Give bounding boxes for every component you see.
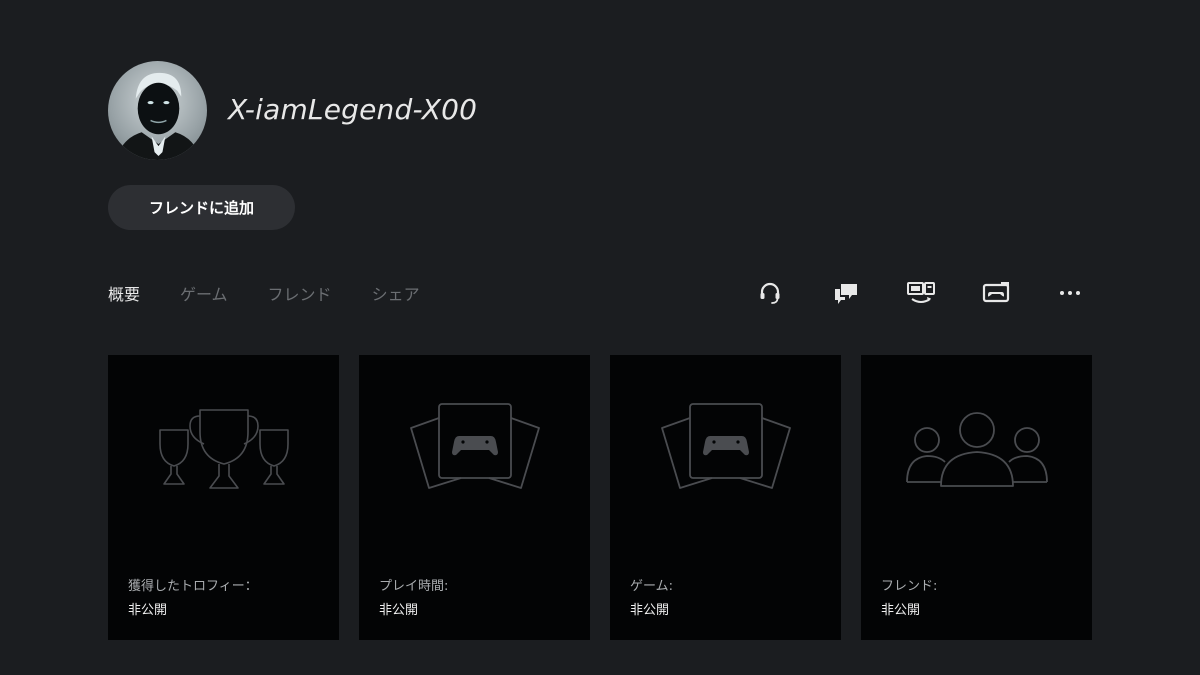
profile-page: X-iamLegend-X00 フレンドに追加 概要 ゲーム フレンド シェア [0,0,1200,675]
friends-icon [905,412,1048,487]
card-label: フレンド: [881,579,938,594]
headset-icon [760,282,780,304]
trophies-icon [158,409,289,489]
card-value: 非公開 [379,603,419,618]
card-label: ゲーム: [630,579,673,594]
tab-share[interactable]: シェア [372,281,420,305]
avatar-image [115,72,202,160]
tab-games[interactable]: ゲーム [180,281,228,305]
voice-chat-button[interactable] [750,278,790,308]
card-value: 非公開 [881,603,921,618]
action-bar [748,278,1092,308]
games-card[interactable]: ゲーム: 非公開 [610,355,841,640]
more-options-button[interactable] [1050,278,1090,308]
chat-icon [835,284,857,304]
avatar [108,61,207,160]
tab-overview[interactable]: 概要 [108,281,140,305]
playtime-card[interactable]: プレイ時間: 非公開 [359,355,590,640]
remote-play-icon [907,282,935,303]
card-value: 非公開 [630,603,670,618]
more-icon [1060,291,1080,295]
trophies-card[interactable]: 獲得したトロフィー： 非公開 [108,355,339,640]
share-screen-icon [982,282,1010,303]
card-label: 獲得したトロフィー： [128,579,258,594]
game-cards-icon [409,403,540,489]
username: X-iamLegend-X00 [228,93,478,126]
friends-card[interactable]: フレンド: 非公開 [861,355,1092,640]
summary-cards: 獲得したトロフィー： 非公開 プレイ時間: 非公開 ゲーム: 非公開 フレンド:… [108,355,1092,640]
add-friend-button[interactable]: フレンドに追加 [108,185,295,230]
share-screen-button[interactable] [976,278,1016,308]
tab-friends[interactable]: フレンド [268,281,332,305]
card-value: 非公開 [128,603,168,618]
remote-play-button[interactable] [901,278,941,308]
profile-tabs: 概要 ゲーム フレンド シェア [108,281,460,305]
message-button[interactable] [826,278,866,308]
card-label: プレイ時間: [379,579,449,594]
game-cards-icon [660,403,791,489]
